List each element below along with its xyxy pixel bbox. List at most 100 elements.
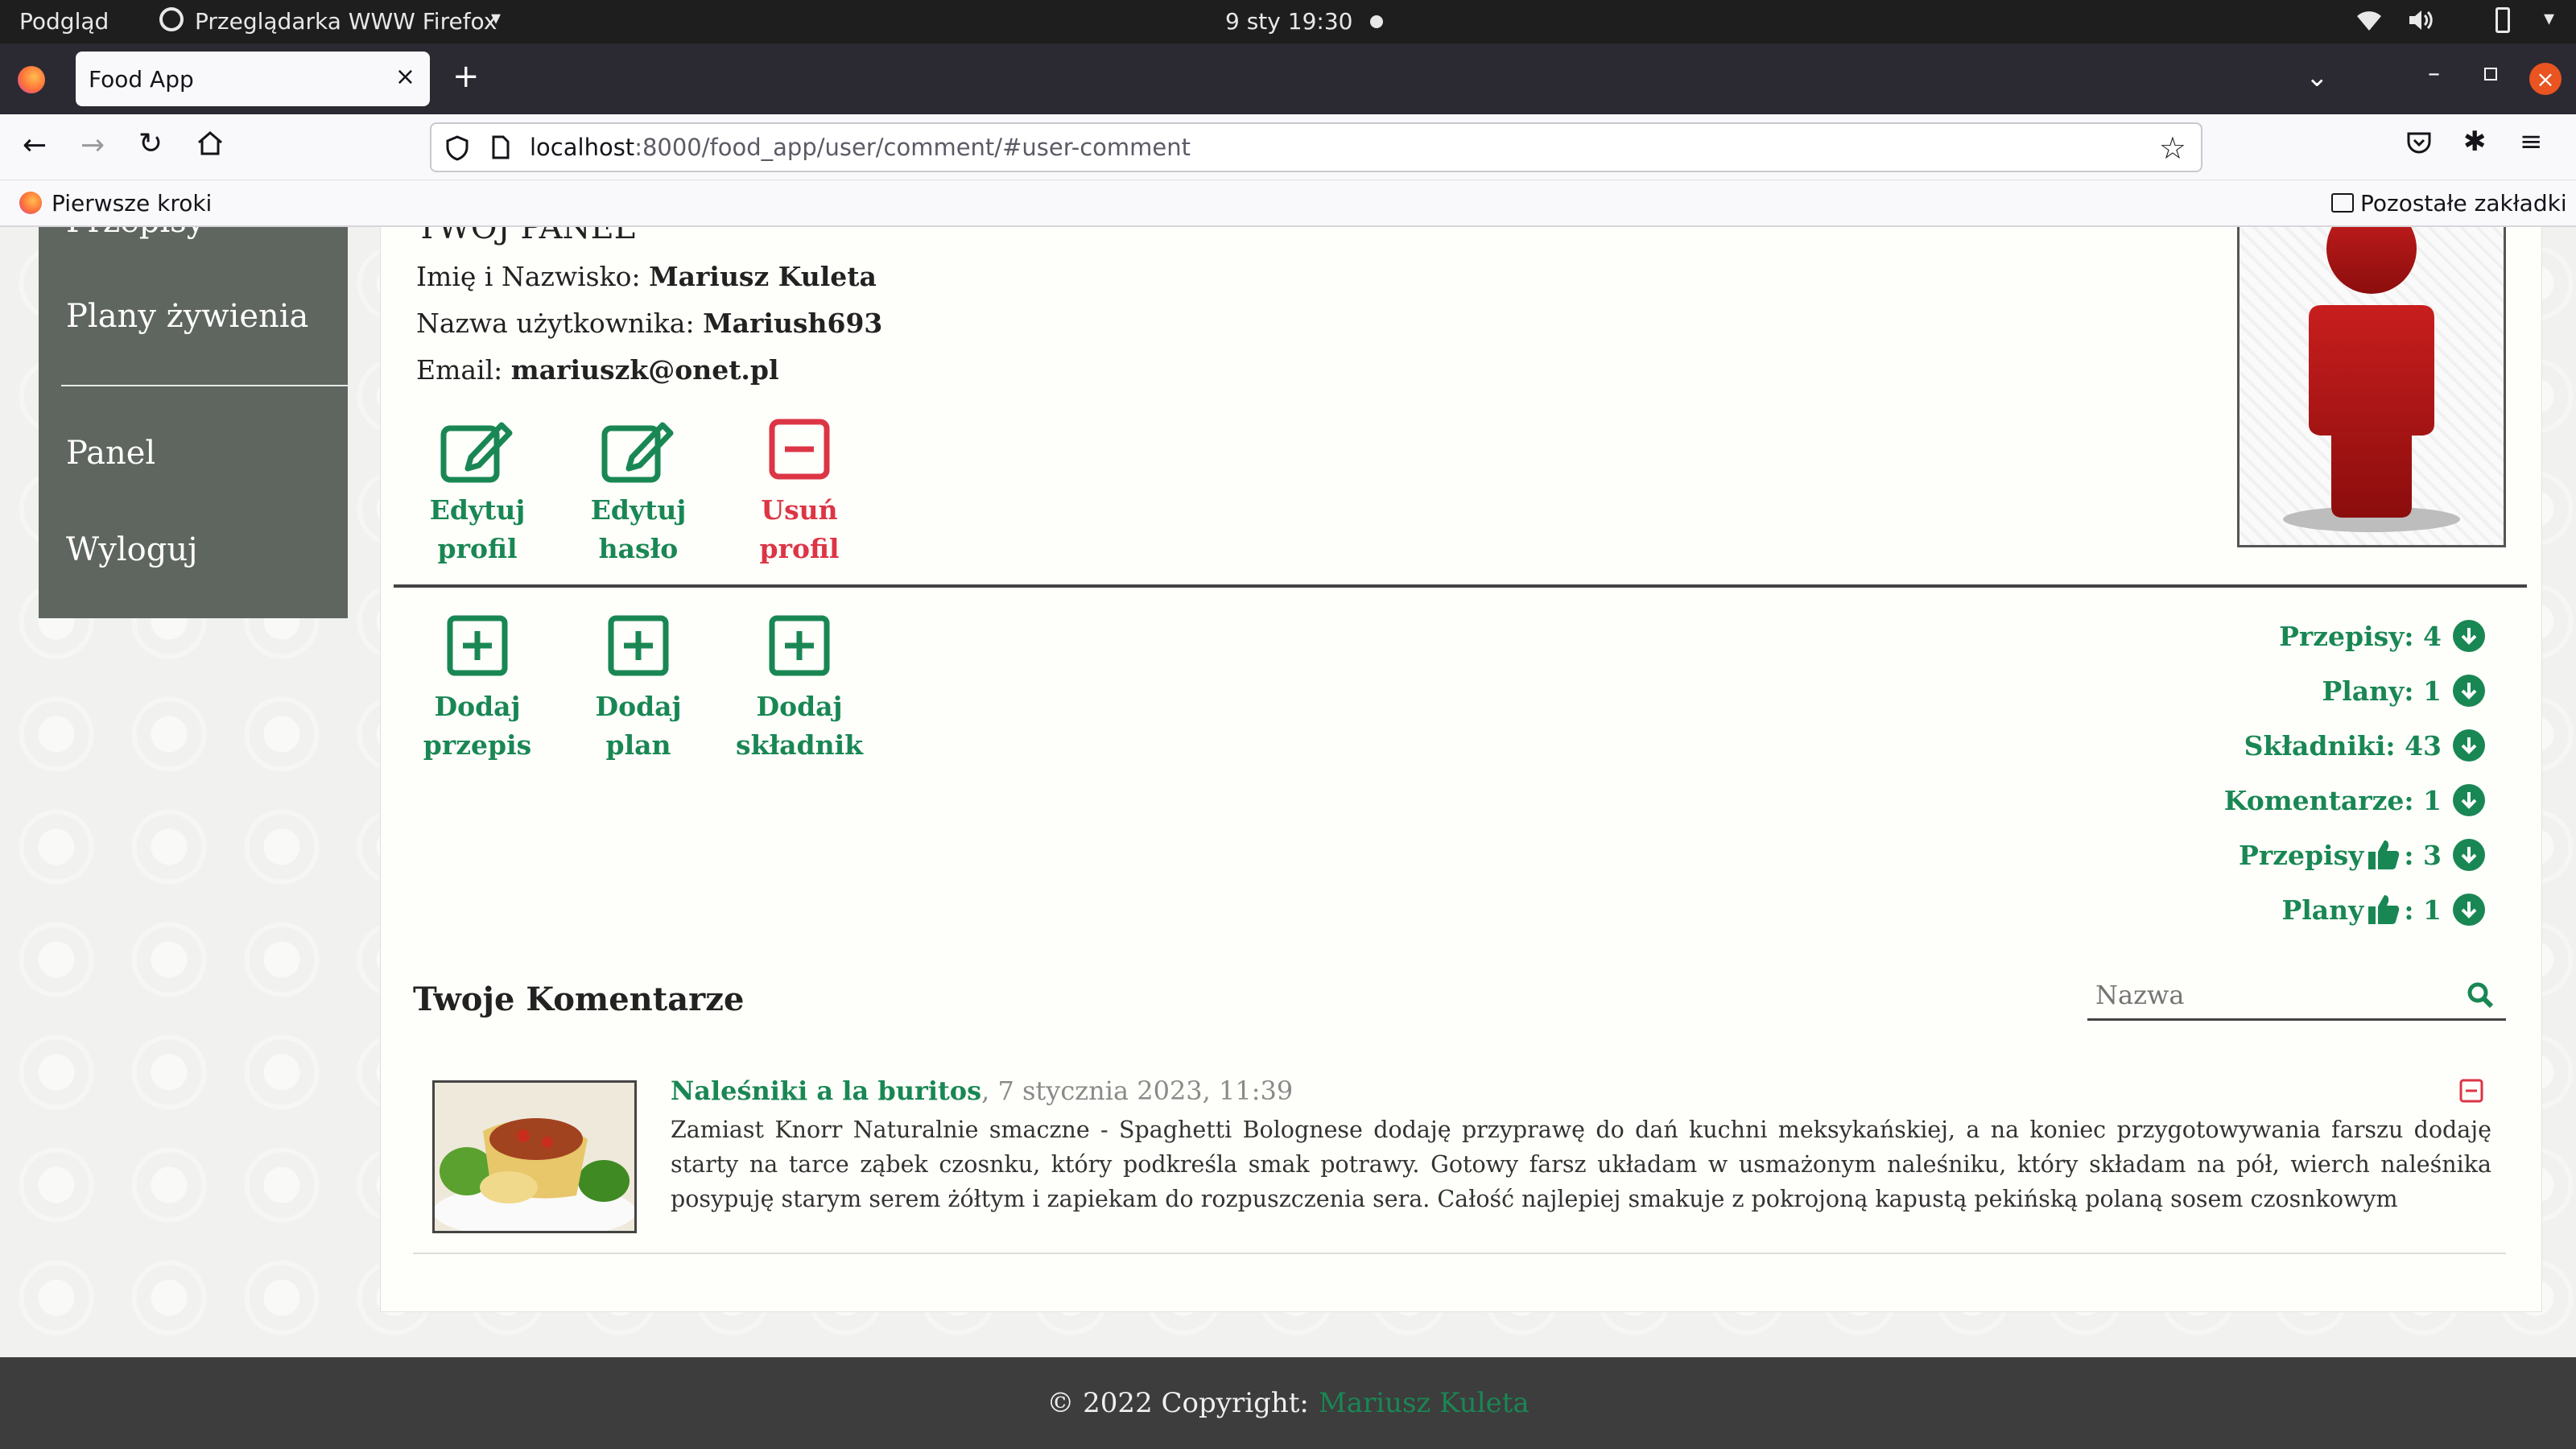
username-label: Nazwa użytkownika: — [416, 308, 695, 339]
chevron-down-icon[interactable]: ▾ — [491, 6, 501, 29]
stat-plans-label: Plany: 1 — [2322, 675, 2442, 707]
reload-icon[interactable]: ↻ — [138, 127, 163, 160]
sidebar-item-recipes[interactable]: Przepisy — [66, 227, 204, 240]
add-ingredient-line2: składnik — [736, 729, 863, 761]
edit-profile-line2: profil — [437, 533, 518, 564]
edit-icon — [601, 422, 674, 483]
bookmarks-bar: Pierwsze kroki Pozostałe zakładki — [0, 180, 2576, 227]
stat-liked-recipes[interactable]: Przepisy: 3 — [2239, 839, 2485, 871]
username-value: Mariush693 — [703, 308, 883, 339]
edit-password-button[interactable]: Edytuj hasło — [574, 417, 703, 568]
search-icon — [2467, 982, 2494, 1009]
back-icon[interactable]: ← — [23, 129, 47, 162]
delete-comment-button[interactable] — [2459, 1079, 2483, 1106]
fullname-value: Mariusz Kuleta — [649, 261, 877, 292]
thumbs-up-icon — [2368, 895, 2400, 924]
pocket-icon[interactable] — [2405, 130, 2433, 159]
stat-liked-plans-count: : 1 — [2404, 894, 2442, 926]
arrow-down-circle-icon[interactable] — [2453, 784, 2485, 816]
url-text[interactable]: localhost:8000/food_app/user/comment/#us… — [530, 134, 1191, 161]
window-close-icon[interactable]: × — [2529, 63, 2562, 95]
forward-icon[interactable]: → — [80, 129, 105, 162]
battery-icon[interactable] — [2496, 7, 2510, 33]
author-link[interactable]: Mariusz Kuleta — [1319, 1387, 1530, 1419]
fullname-label: Imię i Nazwisko: — [416, 261, 641, 292]
search-input[interactable] — [2095, 977, 2450, 1013]
firefox-logo-icon[interactable] — [18, 66, 45, 93]
arrow-down-circle-icon[interactable] — [2453, 894, 2485, 926]
activities-label[interactable]: Podgląd — [19, 8, 109, 35]
recipe-thumbnail[interactable] — [432, 1080, 637, 1233]
email-row: Email: mariuszk@onet.pl — [416, 354, 779, 386]
minus-square-icon — [2459, 1079, 2483, 1103]
page-info-icon[interactable] — [491, 135, 510, 163]
chevron-down-icon[interactable]: ▾ — [2544, 6, 2554, 31]
comment-text: Zamiast Knorr Naturalnie smaczne - Spagh… — [671, 1117, 2491, 1212]
stat-recipes-label: Przepisy: 4 — [2279, 620, 2442, 652]
stat-recipes[interactable]: Przepisy: 4 — [2279, 620, 2485, 652]
volume-icon[interactable] — [2407, 8, 2434, 38]
bookmark-other[interactable]: Pozostałe zakładki — [2360, 190, 2567, 217]
add-plan-button[interactable]: Dodaj plan — [574, 613, 703, 765]
stat-comments-label: Komentarze: 1 — [2223, 784, 2442, 816]
wifi-icon[interactable] — [2355, 8, 2383, 38]
url-host: localhost — [530, 134, 635, 161]
stat-ingredients[interactable]: Składniki: 43 — [2244, 729, 2485, 762]
app-menu-label[interactable]: Przeglądarka WWW Firefox — [195, 8, 497, 35]
stat-plans[interactable]: Plany: 1 — [2322, 675, 2485, 707]
folder-icon — [2331, 193, 2354, 213]
home-icon[interactable] — [196, 130, 224, 159]
avatar — [2237, 227, 2506, 547]
shield-icon[interactable] — [446, 135, 469, 164]
stat-liked-plans-label: Plany: 1 — [2281, 894, 2442, 926]
arrow-down-circle-icon[interactable] — [2453, 620, 2485, 652]
bookmark-getting-started[interactable]: Pierwsze kroki — [52, 190, 212, 217]
new-tab-icon[interactable]: + — [452, 58, 480, 95]
stat-liked-recipes-text: Przepisy — [2239, 839, 2364, 871]
user-panel: TWÓJ PANEL Imię i Nazwisko: Mariusz Kule… — [380, 227, 2542, 1312]
arrow-down-circle-icon[interactable] — [2453, 675, 2485, 707]
section-divider — [394, 584, 2527, 588]
list-tabs-icon[interactable]: ⌄ — [2306, 61, 2329, 93]
add-plan-line1: Dodaj — [595, 691, 682, 722]
close-tab-icon[interactable]: × — [395, 63, 415, 91]
stat-liked-plans[interactable]: Plany: 1 — [2281, 894, 2485, 926]
minus-square-icon — [769, 419, 830, 480]
url-bar[interactable]: localhost:8000/food_app/user/comment/#us… — [430, 122, 2202, 172]
page-content: Przepisy Plany żywienia Panel Wyloguj TW… — [0, 227, 2576, 1357]
delete-profile-button[interactable]: Usuń profil — [735, 417, 864, 568]
menu-icon[interactable]: ≡ — [2520, 126, 2543, 158]
comment-recipe-link[interactable]: Naleśniki a la buritos — [671, 1075, 981, 1106]
minimize-icon[interactable]: – — [2428, 60, 2440, 88]
maximize-icon[interactable] — [2484, 68, 2497, 80]
sidebar-item-meal-plans[interactable]: Plany żywienia — [66, 298, 308, 335]
edit-profile-line1: Edytuj — [429, 494, 526, 526]
clock[interactable]: 9 sty 19:30 — [1225, 8, 1352, 35]
plus-square-icon — [769, 615, 830, 676]
firefox-app-icon — [159, 7, 184, 31]
tab-food-app[interactable]: Food App × — [76, 52, 430, 106]
sidebar-item-panel[interactable]: Panel — [66, 435, 155, 472]
burrito-photo — [435, 1083, 634, 1231]
arrow-down-circle-icon[interactable] — [2453, 839, 2485, 871]
extensions-icon[interactable]: ✱ — [2463, 126, 2487, 158]
email-value: mariuszk@onet.pl — [510, 354, 779, 386]
copyright-text: © 2022 Copyright: — [1046, 1387, 1309, 1419]
comment-header: Naleśniki a la buritos, 7 stycznia 2023,… — [671, 1075, 1293, 1106]
sidebar-item-logout[interactable]: Wyloguj — [66, 531, 197, 568]
email-label: Email: — [416, 354, 503, 386]
delete-profile-line1: Usuń — [761, 494, 838, 526]
page-footer: © 2022 Copyright: Mariusz Kuleta — [0, 1357, 2576, 1449]
stat-comments[interactable]: Komentarze: 1 — [2224, 784, 2485, 816]
edit-profile-button[interactable]: Edytuj profil — [413, 417, 542, 568]
add-recipe-button[interactable]: Dodaj przepis — [413, 613, 542, 765]
add-ingredient-button[interactable]: Dodaj składnik — [735, 613, 864, 765]
comments-search[interactable] — [2087, 969, 2506, 1021]
url-path: :8000/food_app/user/comment/#user-commen… — [634, 134, 1191, 161]
bookmark-star-icon[interactable]: ☆ — [2159, 130, 2186, 166]
arrow-down-circle-icon[interactable] — [2453, 729, 2485, 762]
sidebar-divider — [61, 385, 348, 386]
panel-title: TWÓJ PANEL — [416, 227, 636, 246]
edit-password-line1: Edytuj — [590, 494, 687, 526]
browser-tab-strip: Food App × + ⌄ – × — [0, 43, 2576, 114]
